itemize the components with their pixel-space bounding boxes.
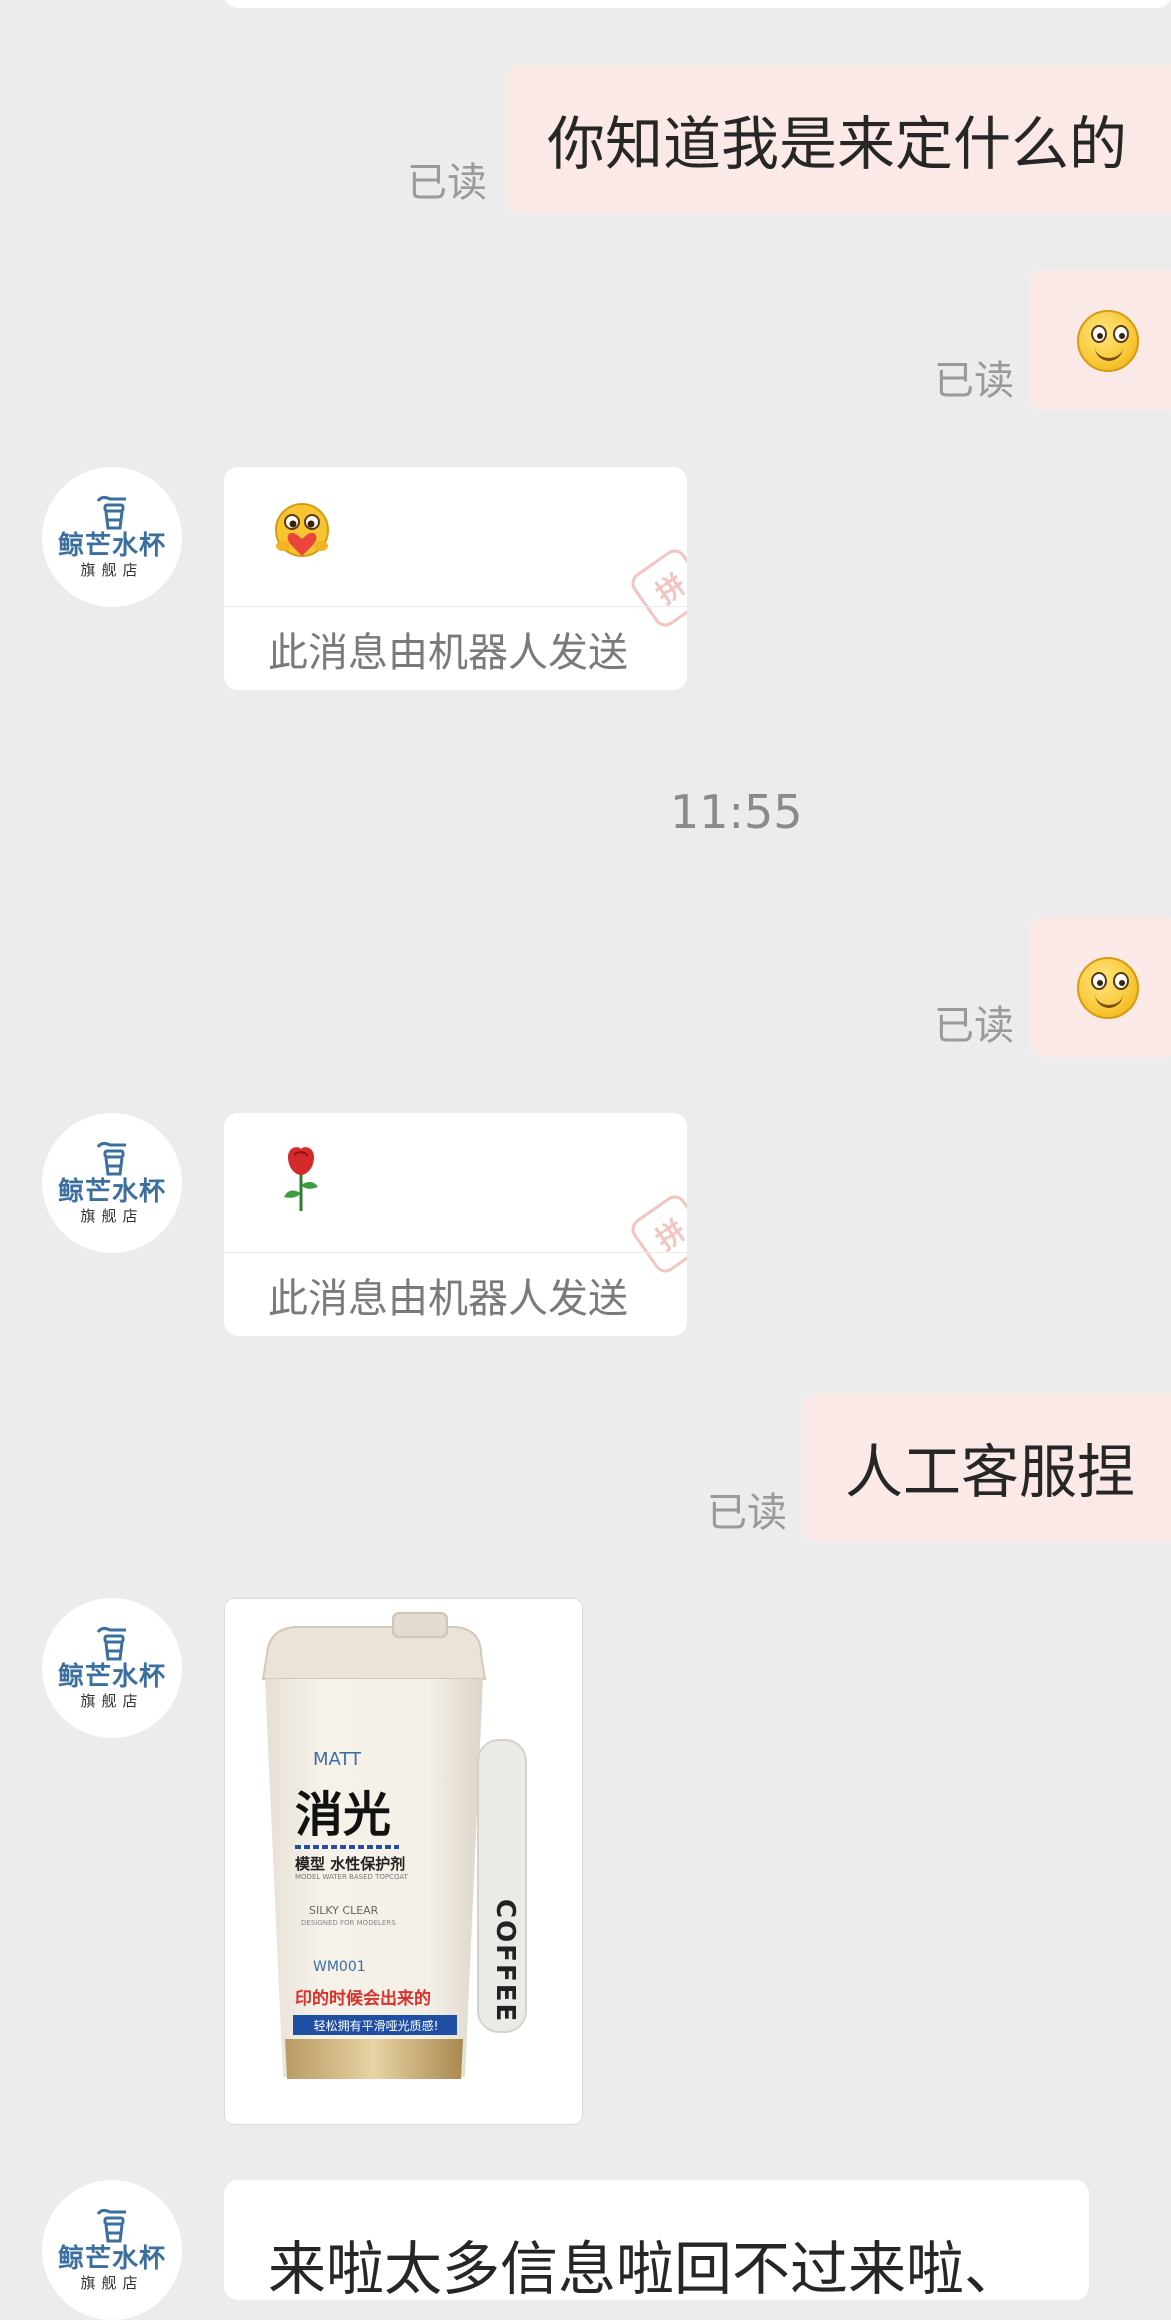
shop-subtitle: 旗舰店 (80, 1692, 144, 1710)
robot-sent-note: 此消息由机器人发送 (224, 606, 687, 690)
message-text: 人工客服捏 (845, 1438, 1136, 1506)
previous-message-bubble (224, 0, 1171, 8)
outgoing-message-bubble[interactable]: 人工客服捏 (803, 1393, 1171, 1541)
shop-subtitle: 旗舰店 (80, 2274, 144, 2292)
cup-logo-icon (96, 1626, 126, 1661)
outgoing-emoji-bubble[interactable] (1030, 917, 1171, 1057)
cup-red-line: 印的时候会出来的 (295, 1989, 431, 2009)
cup-finish: SILKY CLEAR (309, 1904, 379, 1917)
shop-avatar[interactable]: 鲸芒水杯 旗舰店 (42, 1113, 182, 1253)
message-timestamp: 11:55 (670, 785, 803, 839)
strap-text: COFFEE (490, 1899, 520, 2023)
read-status: 已读 (707, 1490, 787, 1536)
cup-title-underline (295, 1845, 399, 1849)
read-status: 已读 (934, 1003, 1014, 1049)
cup-logo-icon (96, 495, 126, 530)
message-text: 你知道我是来定什么的 (547, 110, 1128, 178)
shop-avatar[interactable]: 鲸芒水杯 旗舰店 (42, 467, 182, 607)
cup-logo-icon (96, 2208, 126, 2243)
product-image-card[interactable]: COFFEE MATT 消光 模型 水性保护剂 MODEL WATER BASE… (224, 1598, 583, 2125)
cup-finish-note: DESIGNED FOR MODELERS (301, 1919, 396, 1927)
shop-brand-name: 鲸芒水杯 (57, 1662, 166, 1692)
robot-sent-note: 此消息由机器人发送 (224, 1252, 687, 1336)
read-status: 已读 (934, 358, 1014, 404)
read-status: 已读 (407, 160, 487, 206)
shop-subtitle: 旗舰店 (80, 561, 144, 579)
rose-emoji-icon (284, 1147, 318, 1211)
smiling-face-emoji-icon (1077, 310, 1139, 372)
message-text: 来啦太多信息啦回不过来啦、 (268, 2235, 1023, 2300)
shop-avatar[interactable]: 鲸芒水杯 旗舰店 (42, 1598, 182, 1738)
cup-subtitle-en: MODEL WATER BASED TOPCOAT (295, 1873, 408, 1881)
shop-subtitle: 旗舰店 (80, 1207, 144, 1225)
shop-brand-name: 鲸芒水杯 (57, 2244, 166, 2274)
smiling-face-emoji-icon (1077, 957, 1139, 1019)
incoming-message-bubble[interactable]: 拼 此消息由机器人发送 (224, 1113, 687, 1336)
incoming-message-bubble[interactable]: 来啦太多信息啦回不过来啦、 (224, 2180, 1089, 2300)
cup-logo-icon (96, 1141, 126, 1176)
incoming-message-bubble[interactable]: 拼 此消息由机器人发送 (224, 467, 687, 690)
shop-avatar[interactable]: 鲸芒水杯 旗舰店 (42, 2180, 182, 2320)
cup-label-top: MATT (313, 1749, 362, 1770)
cup-code: WM001 (313, 1959, 366, 1975)
shop-brand-name: 鲸芒水杯 (57, 531, 166, 561)
hugging-heart-emoji-icon (275, 503, 329, 557)
outgoing-emoji-bubble[interactable] (1030, 270, 1171, 410)
cup-band-text: 轻松拥有平滑哑光质感! (313, 2019, 439, 2033)
cup-title: 消光 (295, 1787, 392, 1843)
shop-brand-name: 鲸芒水杯 (57, 1177, 166, 1207)
outgoing-message-bubble[interactable]: 你知道我是来定什么的 (505, 65, 1171, 213)
cup-subtitle: 模型 水性保护剂 (295, 1855, 406, 1873)
